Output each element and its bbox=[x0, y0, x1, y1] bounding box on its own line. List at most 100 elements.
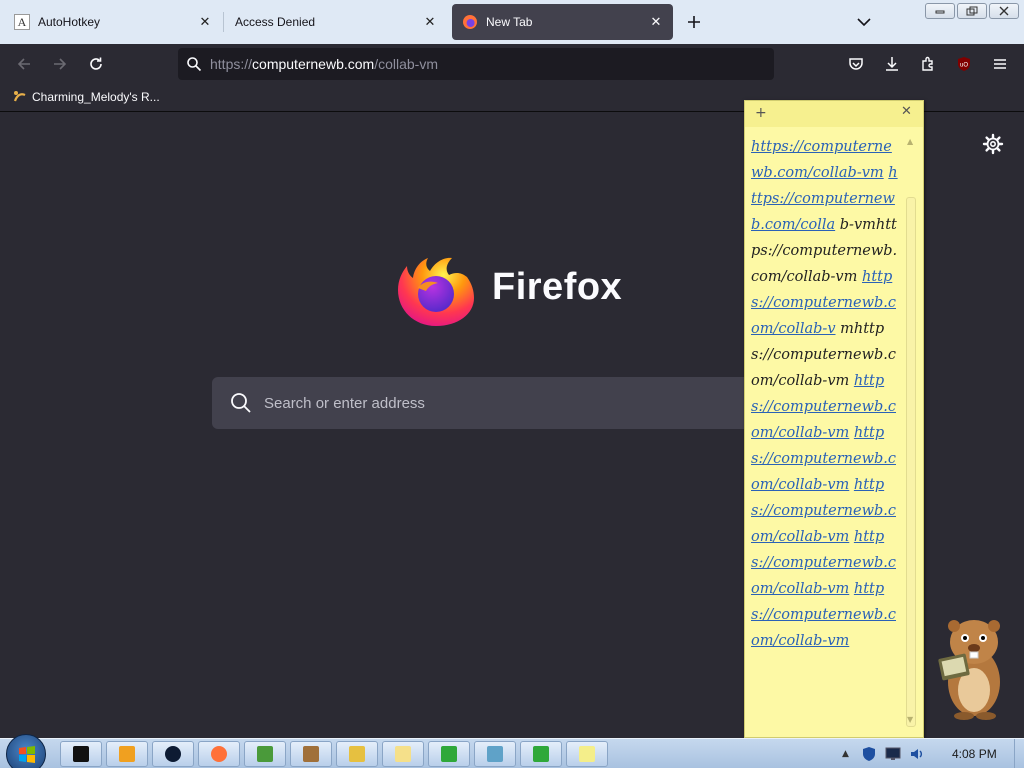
taskbar-button-folders[interactable] bbox=[336, 741, 378, 767]
scroll-up-icon[interactable]: ▲ bbox=[907, 137, 913, 146]
tab-access-denied[interactable]: Access Denied ✕ bbox=[225, 4, 447, 40]
forward-button[interactable] bbox=[48, 52, 72, 76]
show-desktop-button[interactable] bbox=[1014, 739, 1024, 768]
taskbar-button-app-dark-circle[interactable] bbox=[152, 741, 194, 767]
brand-wordmark: Firefox bbox=[492, 265, 623, 308]
tab-new-tab[interactable]: New Tab ✕ bbox=[452, 4, 673, 40]
personalize-settings-button[interactable] bbox=[982, 133, 1004, 155]
scroll-thumb[interactable] bbox=[906, 197, 916, 727]
windows-logo-icon bbox=[19, 746, 35, 763]
autohotkey-gopher-mascot bbox=[934, 612, 1008, 720]
pocket-button[interactable] bbox=[844, 52, 868, 76]
minimize-icon bbox=[935, 10, 945, 14]
note-link[interactable]: https://computernewb.com/collab-vm bbox=[751, 139, 892, 181]
reload-icon bbox=[90, 57, 102, 70]
pocket-icon bbox=[849, 58, 863, 70]
restore-button[interactable] bbox=[957, 3, 987, 19]
plus-icon bbox=[688, 16, 700, 28]
scroll-down-icon[interactable]: ▼ bbox=[907, 715, 913, 724]
taskbar-button-firefox[interactable] bbox=[198, 741, 240, 767]
bookmark-item[interactable]: Charming_Melody's R... bbox=[12, 89, 160, 105]
gear-icon bbox=[982, 133, 1004, 155]
close-icon bbox=[999, 6, 1009, 16]
restore-icon bbox=[966, 6, 978, 16]
url-text: https://computernewb.com/collab-vm bbox=[210, 56, 438, 72]
chevron-down-icon bbox=[857, 18, 871, 27]
arrow-right-icon bbox=[54, 58, 67, 70]
taskbar-clock[interactable]: 4:08 PM bbox=[952, 747, 997, 761]
sticky-note-titlebar[interactable]: + ✕ bbox=[745, 101, 923, 127]
url-scheme: https:// bbox=[210, 56, 253, 72]
url-host: computernewb.com bbox=[252, 56, 375, 72]
ublock-shield-icon: uO bbox=[958, 57, 970, 71]
address-bar[interactable]: https://computernewb.com/collab-vm bbox=[178, 48, 774, 80]
firefox-favicon-icon bbox=[462, 14, 478, 30]
ublock-origin-button[interactable]: uO bbox=[952, 52, 976, 76]
gopher-mascot-icon bbox=[938, 620, 1000, 720]
svg-text:uO: uO bbox=[960, 63, 968, 69]
bookmark-favicon-icon bbox=[13, 91, 26, 102]
reload-button[interactable] bbox=[84, 52, 108, 76]
taskbar-button-document[interactable] bbox=[474, 741, 516, 767]
sticky-note-window[interactable]: + ✕ https://computernewb.com/collab-vm h… bbox=[744, 100, 924, 738]
download-icon bbox=[886, 57, 898, 71]
show-hidden-icons-button[interactable]: ▲ bbox=[842, 749, 849, 759]
autohotkey-favicon-icon: A bbox=[14, 14, 30, 30]
tab-autohotkey[interactable]: A AutoHotkey ✕ bbox=[4, 4, 222, 40]
extensions-button[interactable] bbox=[916, 52, 940, 76]
hamburger-menu-icon bbox=[994, 59, 1006, 69]
sticky-notes-icon bbox=[579, 746, 595, 762]
autohotkey-h-active-icon bbox=[533, 746, 549, 762]
users-icon bbox=[257, 746, 273, 762]
gopher-icon bbox=[303, 746, 319, 762]
network-monitor-icon[interactable] bbox=[885, 747, 901, 761]
bookmark-label: Charming_Melody's R... bbox=[32, 90, 160, 104]
tab-strip: A AutoHotkey ✕ Access Denied ✕ New Tab ✕ bbox=[0, 0, 1024, 44]
taskbar-button-media-player[interactable] bbox=[106, 741, 148, 767]
close-tab-icon[interactable]: ✕ bbox=[645, 11, 667, 33]
close-tab-icon[interactable]: ✕ bbox=[419, 11, 441, 33]
autohotkey-h-icon bbox=[441, 746, 457, 762]
tab-label: Access Denied bbox=[235, 15, 316, 29]
document-icon bbox=[487, 746, 503, 762]
tab-label: New Tab bbox=[486, 15, 533, 29]
new-tab-button[interactable] bbox=[682, 10, 706, 34]
shield-icon[interactable] bbox=[861, 746, 877, 762]
notepad-icon bbox=[395, 746, 411, 762]
firefox-logo-icon bbox=[398, 257, 474, 326]
add-note-button[interactable]: + bbox=[755, 105, 767, 121]
taskbar-button-autohotkey-h-active[interactable] bbox=[520, 741, 562, 767]
search-icon bbox=[187, 57, 202, 72]
volume-icon[interactable] bbox=[909, 746, 925, 762]
search-placeholder: Search or enter address bbox=[264, 394, 425, 412]
media-player-icon bbox=[119, 746, 135, 762]
minimize-button[interactable] bbox=[925, 3, 955, 19]
system-tray: ▲ bbox=[842, 739, 925, 768]
close-tab-icon[interactable]: ✕ bbox=[194, 11, 216, 33]
app-dark-circle-icon bbox=[165, 746, 181, 762]
list-all-tabs-button[interactable] bbox=[852, 10, 876, 34]
folders-icon bbox=[349, 746, 365, 762]
app-menu-button[interactable] bbox=[988, 52, 1012, 76]
taskbar-button-gopher[interactable] bbox=[290, 741, 332, 767]
tab-label: AutoHotkey bbox=[38, 15, 101, 29]
taskbar-button-users[interactable] bbox=[244, 741, 286, 767]
tab-separator bbox=[223, 12, 224, 32]
new-tab-search-box[interactable]: Search or enter address bbox=[212, 377, 812, 429]
taskbar-button-notepad[interactable] bbox=[382, 741, 424, 767]
taskbar-button-sticky-notes[interactable] bbox=[566, 741, 608, 767]
start-button[interactable] bbox=[6, 734, 46, 768]
url-path: /collab-vm bbox=[374, 56, 438, 72]
taskbar-button-autohotkey-h[interactable] bbox=[428, 741, 470, 767]
close-note-button[interactable]: ✕ bbox=[901, 104, 912, 119]
navigation-toolbar: https://computernewb.com/collab-vm uO bbox=[0, 44, 1024, 84]
arrow-left-icon bbox=[17, 58, 30, 70]
taskbar-button-cmd-window[interactable] bbox=[60, 741, 102, 767]
downloads-button[interactable] bbox=[880, 52, 904, 76]
sticky-scrollbar[interactable]: ▲ ▼ bbox=[904, 137, 918, 727]
search-icon bbox=[231, 393, 251, 413]
close-window-button[interactable] bbox=[989, 3, 1019, 19]
back-button[interactable] bbox=[12, 52, 36, 76]
sticky-note-text[interactable]: https://computernewb.com/collab-vm https… bbox=[751, 134, 903, 654]
firefox-icon bbox=[211, 746, 227, 762]
